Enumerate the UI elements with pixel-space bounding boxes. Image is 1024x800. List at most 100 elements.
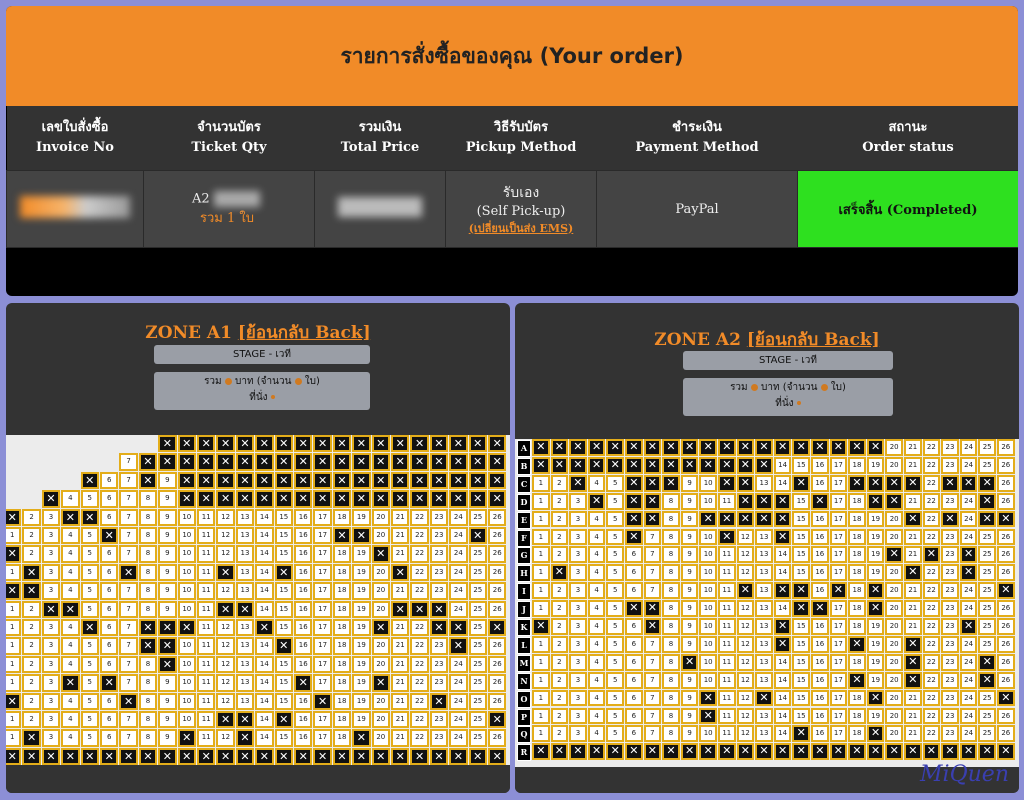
- seat-available[interactable]: 20: [371, 655, 390, 674]
- seat-available[interactable]: 16: [294, 692, 313, 710]
- seat-available[interactable]: 8: [662, 528, 680, 546]
- seat-available[interactable]: 2: [550, 528, 569, 546]
- change-to-ems-link[interactable]: (เปลี่ยนเป็นส่ง EMS): [446, 219, 596, 237]
- seat-available[interactable]: 17: [313, 637, 332, 655]
- seat-available[interactable]: 13: [235, 674, 255, 692]
- seat-available[interactable]: 12: [736, 546, 755, 564]
- seat-available[interactable]: 14: [255, 563, 274, 582]
- seat-available[interactable]: 23: [429, 508, 449, 526]
- seat-available[interactable]: 20: [371, 582, 390, 600]
- seat-available[interactable]: 6: [100, 619, 119, 637]
- seat-available[interactable]: 13: [235, 508, 255, 526]
- seat-available[interactable]: 13: [755, 582, 773, 600]
- seat-available[interactable]: 19: [352, 619, 371, 637]
- seat-available[interactable]: 11: [197, 674, 216, 692]
- seat-available[interactable]: 16: [294, 527, 313, 545]
- seat-available[interactable]: 23: [429, 545, 449, 563]
- seat-available[interactable]: 26: [997, 600, 1015, 617]
- seat-available[interactable]: 7: [119, 600, 138, 618]
- seat-available[interactable]: 6: [100, 600, 119, 618]
- seat-available[interactable]: 17: [313, 563, 332, 582]
- seat-available[interactable]: 16: [294, 655, 313, 674]
- seat-available[interactable]: 9: [158, 471, 177, 490]
- seat-available[interactable]: 2: [22, 655, 41, 674]
- seat-available[interactable]: 19: [866, 618, 885, 635]
- seat-available[interactable]: 23: [941, 707, 959, 725]
- seat-available[interactable]: 5: [606, 510, 624, 528]
- seat-available[interactable]: 3: [569, 618, 587, 635]
- seat-available[interactable]: 23: [941, 439, 959, 456]
- seat-available[interactable]: 26: [997, 707, 1015, 725]
- seat-available[interactable]: 16: [294, 563, 313, 582]
- seat-available[interactable]: 10: [177, 692, 196, 710]
- seat-available[interactable]: 6: [100, 545, 119, 563]
- seat-available[interactable]: 16: [811, 546, 829, 564]
- seat-available[interactable]: 16: [811, 653, 829, 671]
- seat-available[interactable]: 24: [959, 582, 978, 600]
- seat-available[interactable]: 1: [6, 600, 22, 618]
- seat-available[interactable]: 3: [569, 653, 587, 671]
- seat-available[interactable]: 21: [391, 729, 410, 747]
- seat-available[interactable]: 20: [885, 582, 903, 600]
- seat-available[interactable]: 25: [468, 655, 487, 674]
- seat-available[interactable]: 5: [80, 527, 99, 545]
- zone-a2-back-link[interactable]: [ย้อนกลับ Back]: [747, 330, 880, 350]
- seat-available[interactable]: 21: [904, 528, 922, 546]
- seat-available[interactable]: 9: [680, 725, 699, 743]
- seat-available[interactable]: 4: [61, 563, 80, 582]
- seat-available[interactable]: 14: [773, 689, 792, 707]
- seat-available[interactable]: 4: [61, 527, 80, 545]
- seat-available[interactable]: 21: [391, 674, 410, 692]
- seat-available[interactable]: 7: [119, 582, 138, 600]
- seat-available[interactable]: 4: [587, 564, 606, 582]
- seat-available[interactable]: 9: [680, 635, 699, 653]
- seat-available[interactable]: 1: [6, 619, 22, 637]
- seat-available[interactable]: 5: [80, 711, 99, 729]
- seat-available[interactable]: 12: [216, 692, 235, 710]
- seat-available[interactable]: 5: [606, 546, 624, 564]
- seat-available[interactable]: 5: [606, 492, 624, 510]
- seat-available[interactable]: 24: [449, 527, 468, 545]
- seat-available[interactable]: 24: [449, 692, 468, 710]
- seat-available[interactable]: 26: [488, 563, 507, 582]
- seat-available[interactable]: 22: [922, 474, 941, 492]
- seat-available[interactable]: 13: [755, 600, 773, 617]
- seat-available[interactable]: 3: [41, 619, 61, 637]
- seat-available[interactable]: 18: [332, 563, 352, 582]
- seat-available[interactable]: 7: [119, 508, 138, 526]
- seat-available[interactable]: 12: [736, 600, 755, 617]
- seat-available[interactable]: 15: [792, 510, 810, 528]
- seat-available[interactable]: 8: [138, 674, 158, 692]
- seat-available[interactable]: 3: [569, 528, 587, 546]
- seat-available[interactable]: 19: [352, 674, 371, 692]
- seat-available[interactable]: 15: [792, 546, 810, 564]
- seat-available[interactable]: 26: [997, 492, 1015, 510]
- seat-available[interactable]: 25: [978, 725, 996, 743]
- seat-available[interactable]: 17: [829, 600, 848, 617]
- seat-available[interactable]: 16: [811, 510, 829, 528]
- seat-available[interactable]: 21: [391, 619, 410, 637]
- seat-available[interactable]: 22: [410, 711, 429, 729]
- seat-available[interactable]: 11: [197, 527, 216, 545]
- seat-available[interactable]: 8: [138, 729, 158, 747]
- seat-available[interactable]: 8: [662, 492, 680, 510]
- seat-available[interactable]: 24: [959, 492, 978, 510]
- seat-available[interactable]: 25: [978, 635, 996, 653]
- seat-available[interactable]: 23: [941, 600, 959, 617]
- seat-available[interactable]: 4: [587, 510, 606, 528]
- seat-available[interactable]: 20: [371, 729, 390, 747]
- seat-available[interactable]: 13: [235, 692, 255, 710]
- seat-available[interactable]: 17: [313, 655, 332, 674]
- seat-available[interactable]: 20: [885, 510, 903, 528]
- seat-available[interactable]: 11: [197, 655, 216, 674]
- seat-available[interactable]: 22: [922, 671, 941, 689]
- seat-available[interactable]: 8: [138, 692, 158, 710]
- seat-available[interactable]: 6: [625, 671, 643, 689]
- seat-available[interactable]: 2: [22, 527, 41, 545]
- seat-available[interactable]: 19: [866, 653, 885, 671]
- seat-available[interactable]: 21: [904, 456, 922, 474]
- seat-available[interactable]: 26: [997, 725, 1015, 743]
- seat-available[interactable]: 22: [922, 510, 941, 528]
- seat-available[interactable]: 26: [488, 508, 507, 526]
- seat-available[interactable]: 10: [699, 546, 717, 564]
